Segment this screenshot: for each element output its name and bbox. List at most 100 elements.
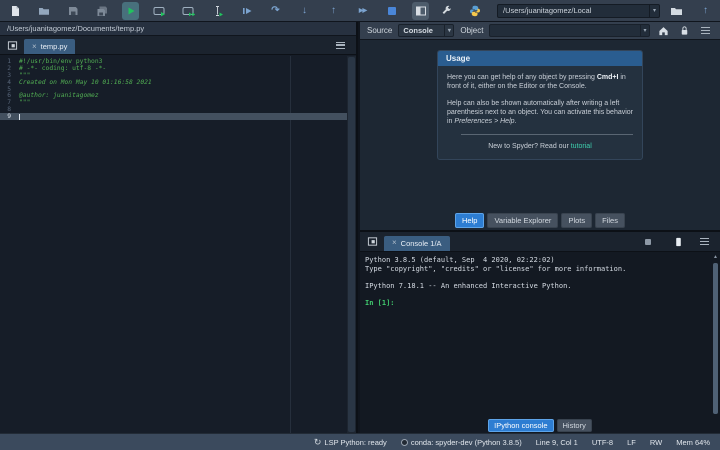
tab-plots[interactable]: Plots	[561, 213, 593, 228]
tab-ipython-console[interactable]: IPython console	[488, 419, 554, 432]
object-label: Object	[460, 26, 484, 35]
code-line[interactable]: 6 @author: juanitagomez	[0, 92, 347, 99]
save-all-icon[interactable]	[93, 2, 110, 20]
interrupt-kernel-icon[interactable]	[640, 235, 656, 249]
line-number: 9	[7, 113, 11, 121]
close-icon[interactable]: ×	[32, 42, 37, 51]
console-scrollbar[interactable]: ▲	[712, 254, 719, 418]
wrench-glyph	[442, 5, 451, 14]
new-file-icon[interactable]	[6, 2, 23, 20]
code-line[interactable]: 4 Created on Mon May 10 01:16:58 2021	[0, 79, 347, 86]
debug-step-icon[interactable]: ↷	[267, 2, 284, 20]
tab-files[interactable]: Files	[595, 213, 625, 228]
maximize-pane-icon[interactable]	[412, 1, 429, 20]
code-line[interactable]: 1 #!/usr/bin/env python3	[0, 58, 347, 65]
working-directory-combobox[interactable]: /Users/juanitagomez/Local ▾	[497, 3, 660, 18]
tab-help[interactable]: Help	[455, 213, 485, 228]
status-label: RW	[649, 437, 663, 447]
console-scrollbar-slider[interactable]	[713, 263, 718, 414]
close-icon[interactable]: ×	[392, 239, 397, 247]
status-label: UTF-8	[591, 437, 614, 447]
status-label: LF	[627, 437, 636, 447]
console-bottom-tabs: IPython console History	[360, 419, 720, 432]
source-dropdown[interactable]: Console ▾	[398, 24, 455, 37]
help-options-menu-icon[interactable]	[698, 27, 713, 34]
ibeam-play-glyph	[215, 5, 223, 16]
debug-step-into-icon[interactable]: ↓	[296, 2, 313, 20]
status-label: Mem 64%	[676, 437, 710, 447]
debug-file-icon[interactable]	[238, 2, 255, 20]
stop-debug-icon[interactable]	[383, 2, 400, 20]
code-editor[interactable]: 1 #!/usr/bin/env python3 2 # -*- coding: ut…	[0, 56, 356, 433]
run-selection-icon[interactable]	[209, 2, 226, 20]
status-conda-spyder-dev-python-3-8-5-: conda: spyder-dev (Python 3.8.5)	[400, 438, 522, 447]
chevron-down-icon[interactable]: ▾	[640, 25, 649, 36]
home-icon[interactable]	[656, 25, 671, 36]
tab-history[interactable]: History	[556, 419, 592, 432]
help-tabs: Help Variable Explorer Plots Files	[360, 213, 720, 228]
window-glyph	[367, 237, 377, 246]
run-cell-icon[interactable]	[151, 2, 168, 20]
console-banner: Python 3.8.5 (default, Sep 4 2020, 02:22…	[365, 256, 627, 290]
preferences-path: Preferences > Help	[454, 118, 515, 125]
lsp-refresh-icon: ↻	[313, 436, 322, 447]
tab-console-1a[interactable]: × Console 1/A	[384, 235, 450, 251]
open-file-icon[interactable]	[35, 2, 52, 20]
code-text: Created on Mon May 10 01:16:58 2021	[19, 78, 152, 86]
debug-continue-icon[interactable]: ▶▶	[354, 2, 371, 20]
cell-play-advance-glyph	[182, 6, 195, 16]
floppy-glyph	[68, 6, 77, 15]
tutorial-link[interactable]: tutorial	[571, 143, 592, 150]
editor-tabbar: × temp.py	[0, 36, 356, 55]
clipboard-glyph	[675, 237, 681, 246]
scroll-up-icon[interactable]: ▲	[712, 254, 719, 260]
code-line[interactable]: 7 """	[0, 99, 347, 106]
editor-scrollbar-slider[interactable]	[348, 57, 355, 432]
object-combobox[interactable]: ▾	[489, 24, 650, 37]
status-bar: ↻ LSP Python: ready conda: spyder-dev (Pyt…	[0, 433, 720, 450]
lock-glyph	[681, 26, 688, 35]
run-cell-advance-icon[interactable]	[180, 2, 197, 20]
tab-label: Console 1/A	[400, 238, 442, 248]
console-body[interactable]: Python 3.8.5 (default, Sep 4 2020, 02:22…	[360, 252, 720, 420]
home-glyph	[659, 27, 668, 36]
debug-step-out-icon[interactable]: ↑	[325, 2, 342, 20]
console-prompt: In [1]:	[365, 298, 395, 307]
tab-temp-py[interactable]: × temp.py	[24, 39, 76, 54]
browse-directory-icon[interactable]	[668, 2, 685, 20]
code-line[interactable]: 2 # -*- coding: utf-8 -*-	[0, 65, 347, 72]
preferences-wrench-icon[interactable]	[437, 2, 454, 20]
floppy-stack-glyph	[97, 6, 107, 16]
hamburger-glyph	[701, 27, 710, 34]
console-output: Python 3.8.5 (default, Sep 4 2020, 02:22…	[360, 252, 720, 308]
divider	[461, 134, 633, 135]
chevron-down-icon[interactable]: ▾	[649, 4, 659, 17]
stop-square-glyph	[387, 6, 396, 15]
browse-tabs-icon[interactable]	[4, 38, 20, 52]
lock-icon[interactable]	[677, 25, 692, 36]
python-path-icon[interactable]	[466, 2, 483, 20]
parent-directory-icon[interactable]: ↑	[697, 2, 714, 20]
editor-pane: /Users/juanitagomez/Documents/temp.py × …	[0, 22, 358, 433]
conda-icon	[400, 438, 408, 446]
editor-options-menu-icon[interactable]	[332, 38, 348, 52]
code-text: """	[19, 99, 31, 107]
code-line[interactable]: 3 """	[0, 72, 347, 79]
save-icon[interactable]	[64, 2, 81, 20]
console-options-menu-icon[interactable]	[696, 235, 712, 249]
clipboard-icon[interactable]	[670, 235, 686, 249]
editor-scrollbar[interactable]	[347, 56, 356, 433]
code-line[interactable]: 9	[0, 113, 347, 120]
square-glyph	[645, 238, 651, 245]
browse-tabs-icon[interactable]	[364, 235, 380, 249]
code-line[interactable]: 8	[0, 106, 347, 113]
help-content: Usage Here you can get help of any objec…	[360, 40, 720, 213]
tab-label: temp.py	[40, 42, 68, 51]
console-pane: × Console 1/A Python 3.8.5 (default, Sep…	[360, 230, 720, 433]
chevron-down-icon[interactable]: ▾	[444, 25, 453, 36]
console-tabbar: × Console 1/A	[360, 232, 720, 252]
open-folder-glyph	[38, 7, 49, 15]
tab-variable-explorer[interactable]: Variable Explorer	[487, 213, 559, 228]
run-file-icon[interactable]	[122, 1, 139, 20]
editor-lines: 1 #!/usr/bin/env python3 2 # -*- coding: ut…	[0, 58, 347, 120]
